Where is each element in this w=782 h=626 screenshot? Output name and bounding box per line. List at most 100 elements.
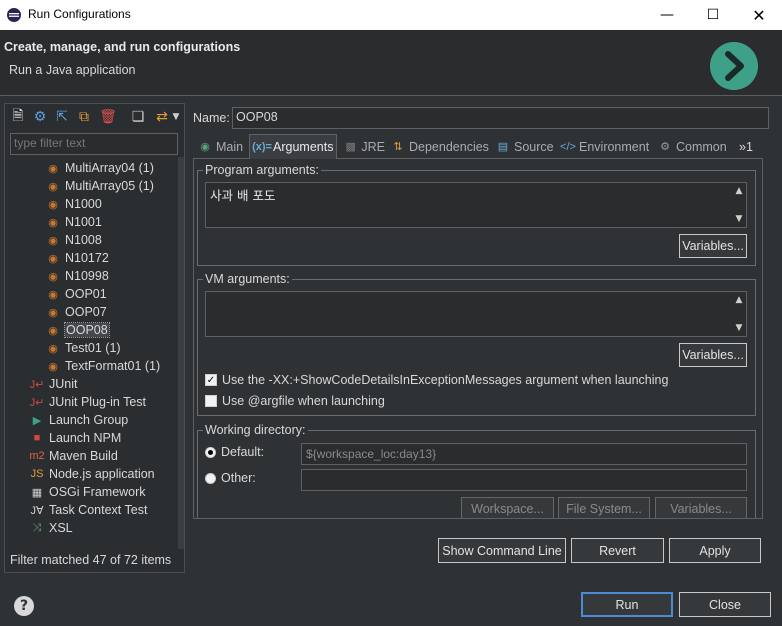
close-button[interactable]: Close — [679, 592, 771, 617]
tree-item[interactable]: JS Node.js application — [29, 465, 155, 483]
tab-jre[interactable]: ▩ JRE — [339, 134, 385, 159]
use-argfile-checkbox[interactable]: Use @argfile when launching — [205, 394, 385, 408]
tree-item[interactable]: J↵ JUnit Plug-in Test — [29, 393, 146, 411]
default-radio[interactable]: Default: — [205, 445, 264, 459]
view-menu-chevron-down-icon[interactable]: ▼ — [171, 108, 181, 126]
tree-item-label: N1000 — [65, 197, 102, 211]
filter-input[interactable]: type filter text — [10, 133, 178, 155]
working-dir-variables-button[interactable]: Variables... — [655, 497, 747, 518]
source-tab-icon: ▤ — [497, 141, 509, 153]
name-label: Name: — [193, 111, 230, 125]
dialog-banner: Create, manage, and run configurations R… — [0, 30, 782, 96]
environment-tab-icon: </> — [560, 140, 576, 153]
tree-item-label: Test01 (1) — [65, 341, 121, 355]
program-variables-button[interactable]: Variables... — [679, 234, 747, 258]
program-arguments-input[interactable]: 사과 배 포도 ▲ ▼ — [205, 182, 747, 228]
java-class-icon: ◉ — [48, 306, 58, 319]
tree-item[interactable]: J↵ JUnit — [29, 375, 78, 393]
tree-item[interactable]: J∀ Task Context Test — [29, 501, 147, 519]
tree-item[interactable]: ▦ OSGi Framework — [29, 483, 146, 501]
scroll-up-icon[interactable]: ▲ — [736, 295, 743, 305]
java-class-icon: ◉ — [48, 180, 58, 193]
tree-item-label: Launch Group — [49, 413, 129, 427]
tree-item[interactable]: ◉ N1008 — [45, 231, 102, 249]
dependencies-tab-icon: ⇅ — [393, 141, 403, 153]
revert-button[interactable]: Revert — [571, 538, 664, 563]
tree-item-label: N1008 — [65, 233, 102, 247]
tree-item[interactable]: ◉ OOP08 — [45, 321, 110, 339]
java-class-icon: ◉ — [48, 234, 58, 247]
tree-item[interactable]: ◉ MultiArray05 (1) — [45, 177, 154, 195]
collapse-all-icon[interactable]: ❏ — [129, 108, 147, 126]
tree-item[interactable]: ◉ N1001 — [45, 213, 102, 231]
tree-scrollbar[interactable] — [178, 157, 184, 549]
vm-arguments-scrollbar[interactable]: ▲ ▼ — [732, 292, 746, 336]
scroll-down-icon[interactable]: ▼ — [736, 214, 743, 224]
program-arguments-scrollbar[interactable]: ▲ ▼ — [732, 183, 746, 227]
other-directory-field[interactable] — [301, 469, 747, 491]
tree-item[interactable]: ◉ TextFormat01 (1) — [45, 357, 160, 375]
configuration-tree[interactable]: ◉ MultiArray04 (1) ◉ MultiArray05 (1) ◉ N1000… — [5, 159, 178, 549]
delete-icon[interactable]: 🗑 — [99, 108, 117, 126]
banner-title: Create, manage, and run configurations — [4, 40, 241, 54]
java-class-icon: ◉ — [48, 162, 58, 175]
scroll-down-icon[interactable]: ▼ — [736, 323, 743, 333]
tree-item[interactable]: ⤨ XSL — [29, 519, 73, 537]
tree-item[interactable]: ▶ Launch Group — [29, 411, 128, 429]
tab-arguments[interactable]: (x)= Arguments — [249, 134, 337, 159]
window-title: Run Configurations — [28, 7, 131, 21]
vm-variables-button[interactable]: Variables... — [679, 343, 747, 367]
vm-arguments-input[interactable]: ▲ ▼ — [205, 291, 747, 337]
help-icon[interactable]: ? — [14, 596, 34, 616]
export-configuration-icon[interactable]: ⇱ — [53, 108, 71, 126]
configuration-tree-panel: 🗎 ⚙ ⇱ ⧉ 🗑 ❏ ⇄ ▼ type filter text ◉ MultiA… — [4, 103, 185, 573]
tree-item[interactable]: ◉ OOP07 — [45, 303, 107, 321]
tree-item[interactable]: m2 Maven Build — [29, 447, 117, 465]
show-command-line-button[interactable]: Show Command Line — [438, 538, 566, 563]
maximize-button[interactable]: ☐ — [690, 0, 736, 30]
tree-item-label: Task Context Test — [49, 503, 148, 517]
jre-tab-icon: ▩ — [345, 141, 356, 153]
tree-item[interactable]: ◉ N1000 — [45, 195, 102, 213]
tab-common[interactable]: ⚙ Common — [653, 134, 733, 159]
tree-item[interactable]: ◉ MultiArray04 (1) — [45, 159, 154, 177]
tab-environment[interactable]: </> Environment — [556, 134, 652, 159]
tab-dependencies[interactable]: ⇅ Dependencies — [386, 134, 490, 159]
tab-overflow[interactable]: »1 — [735, 134, 759, 159]
name-field[interactable]: OOP08 — [232, 107, 769, 129]
checkbox-unchecked-icon — [205, 395, 217, 407]
tree-item[interactable]: ◉ OOP01 — [45, 285, 107, 303]
java-class-icon: ◉ — [48, 198, 58, 211]
tree-item-label: TextFormat01 (1) — [65, 359, 161, 373]
new-configuration-icon[interactable]: 🗎 — [9, 108, 27, 126]
filter-icon[interactable]: ⇄ — [153, 108, 171, 126]
tree-item[interactable]: ◉ N10172 — [45, 249, 109, 267]
osgi-icon: ▦ — [31, 486, 43, 499]
common-tab-gear-icon: ⚙ — [660, 141, 670, 153]
tab-source[interactable]: ▤ Source — [491, 134, 555, 159]
eclipse-icon — [7, 8, 21, 22]
java-class-icon: ◉ — [48, 360, 58, 373]
file-system-button[interactable]: File System... — [558, 497, 650, 518]
tree-item-label: N1001 — [65, 215, 102, 229]
tree-item[interactable]: ■ Launch NPM — [29, 429, 122, 447]
filter-status: Filter matched 47 of 72 items — [10, 553, 172, 567]
radio-selected-icon — [205, 446, 216, 458]
workspace-button[interactable]: Workspace... — [461, 497, 554, 518]
tree-item[interactable]: ◉ Test01 (1) — [45, 339, 121, 357]
task-context-icon: J∀ — [30, 504, 44, 517]
apply-button[interactable]: Apply — [669, 538, 761, 563]
run-button[interactable]: Run — [581, 592, 673, 617]
tree-item[interactable]: ◉ N10998 — [45, 267, 109, 285]
tree-item-label: N10172 — [65, 251, 109, 265]
other-radio[interactable]: Other: — [205, 471, 256, 485]
new-prototype-icon[interactable]: ⚙ — [31, 108, 49, 126]
scroll-up-icon[interactable]: ▲ — [736, 186, 743, 196]
tab-main[interactable]: ◉ Main — [193, 134, 249, 159]
close-window-button[interactable]: ✕ — [736, 0, 782, 30]
duplicate-icon[interactable]: ⧉ — [75, 108, 93, 126]
show-code-details-checkbox[interactable]: ✓ Use the -XX:+ShowCodeDetailsInExceptio… — [205, 373, 668, 387]
java-class-icon: ◉ — [48, 288, 58, 301]
minimize-button[interactable]: — — [644, 0, 690, 30]
configuration-editor: Name: OOP08 ◉ Main (x)= Arguments ▩ JRE … — [187, 103, 774, 573]
